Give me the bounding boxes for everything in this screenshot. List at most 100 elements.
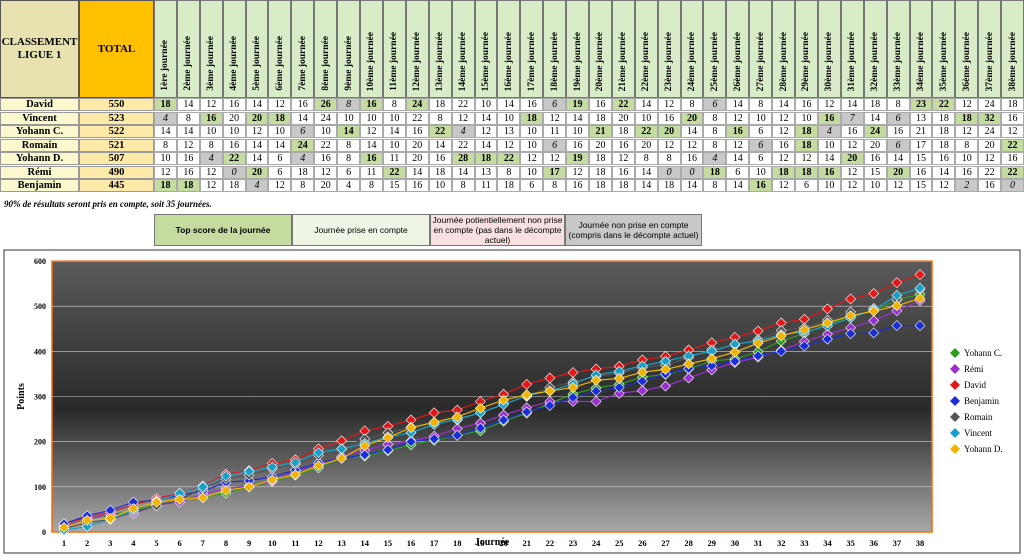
score-cell: 15 [909,179,933,192]
score-cell: 14 [817,152,841,165]
player-name: Romain [0,138,79,152]
score-cell: 14 [337,125,361,138]
x-tick-label: 4 [131,538,136,548]
score-cell: 20 [314,179,338,192]
score-cell: 14 [360,138,383,152]
x-tick-label: 21 [522,538,531,548]
score-cell: 10 [749,165,773,179]
score-cell: 12 [680,138,704,152]
score-cell: 12 [451,111,475,125]
journee-header: 21ème journée [611,0,635,98]
score-cell: 14 [772,98,796,111]
score-cell: 14 [566,111,589,125]
score-cell: 6 [268,152,292,165]
x-tick-label: 17 [430,538,439,548]
journee-header: 17ème journée [520,0,544,98]
x-tick-label: 9 [247,538,251,548]
x-tick-label: 35 [846,538,855,548]
score-cell: 24 [978,98,1002,111]
player-total: 507 [79,152,154,165]
score-cell: 4 [703,152,727,165]
score-cell: 18 [589,165,612,179]
score-cell: 8 [428,111,452,125]
score-cell: 10 [634,111,658,125]
player-total: 445 [79,179,154,192]
score-cell: 16 [611,138,635,152]
score-cell: 8 [703,138,727,152]
score-cell: 12 [497,138,521,152]
score-cell: 22 [222,152,246,165]
score-cell: 16 [428,152,452,165]
score-cell: 15 [382,179,406,192]
score-cell: 20 [222,111,246,125]
score-cell: 18 [589,152,612,165]
score-cell: 6 [749,152,773,165]
score-cell: 18 [657,179,681,192]
score-cell: 10 [749,111,773,125]
score-cell: 12 [840,138,864,152]
journee-header-label: 7ème journée [297,36,308,91]
x-tick-label: 6 [178,538,182,548]
score-cell: 12 [772,152,796,165]
score-cell: 22 [382,165,406,179]
score-cell: 16 [749,179,773,192]
score-cell: 12 [268,179,292,192]
journee-header-label: 16ème journée [503,31,514,91]
score-cell: 4 [291,152,315,165]
score-cell: 14 [634,165,658,179]
score-cell: 18 [955,111,979,125]
score-cell: 12 [840,179,864,192]
player-total: 522 [79,125,154,138]
total-header-text: TOTAL [97,43,136,55]
score-cell: 17 [543,165,567,179]
score-cell: 18 [497,179,521,192]
score-cell: 26 [314,98,338,111]
score-cell: 22 [405,111,429,125]
score-cell: 12 [543,111,567,125]
score-cell: 18 [772,165,796,179]
score-cell: 20 [405,138,429,152]
score-cell: 10 [520,125,544,138]
score-cell: 28 [451,152,475,165]
score-cell: 16 [817,165,841,179]
series-legend-item: Rémi [950,361,1003,377]
score-cell: 16 [932,152,956,165]
score-cell: 6 [291,125,315,138]
journee-header-label: 19ème journée [572,31,583,91]
score-cell: 16 [566,138,589,152]
score-cell: 16 [726,125,750,138]
score-cell: 18 [222,179,246,192]
journee-header-label: 30ème journée [824,31,835,91]
score-cell: 14 [863,111,887,125]
score-cell: 11 [474,179,498,192]
score-cell: 10 [474,98,498,111]
score-cell: 8 [657,152,681,165]
journee-header: 13ème journée [428,0,452,98]
score-cell: 14 [680,125,704,138]
score-cell: 14 [245,138,269,152]
score-cell: 11 [382,152,406,165]
journee-header: 31ème journée [840,0,864,98]
score-cell: 18 [176,179,200,192]
score-cell: 7 [840,111,864,125]
score-cell: 24 [291,138,315,152]
player-name: Yohann D. [0,152,79,165]
score-cell: 20 [405,152,429,165]
x-tick-label: 37 [893,538,902,548]
score-cell: 10 [382,138,406,152]
x-tick-label: 3 [108,538,112,548]
journee-header-label: 6ème journée [274,36,285,91]
series-legend-label: Yohann C. [964,348,1003,358]
score-cell: 22 [634,125,658,138]
journee-header-label: 12ème journée [412,31,423,91]
score-cell: 16 [176,152,200,165]
score-cell: 16 [520,98,544,111]
score-cell: 10 [382,111,406,125]
score-cell: 19 [566,98,589,111]
score-cell: 12 [566,165,589,179]
score-cell: 10 [154,152,177,165]
x-tick-label: 16 [407,538,416,548]
points-line-chart: 01002003004005006001 2 3 4 5 6 7 8 9 10 11 12 13 14 15… [3,249,1021,554]
journee-header-label: 36ème journée [961,31,972,91]
score-cell: 22 [428,125,452,138]
